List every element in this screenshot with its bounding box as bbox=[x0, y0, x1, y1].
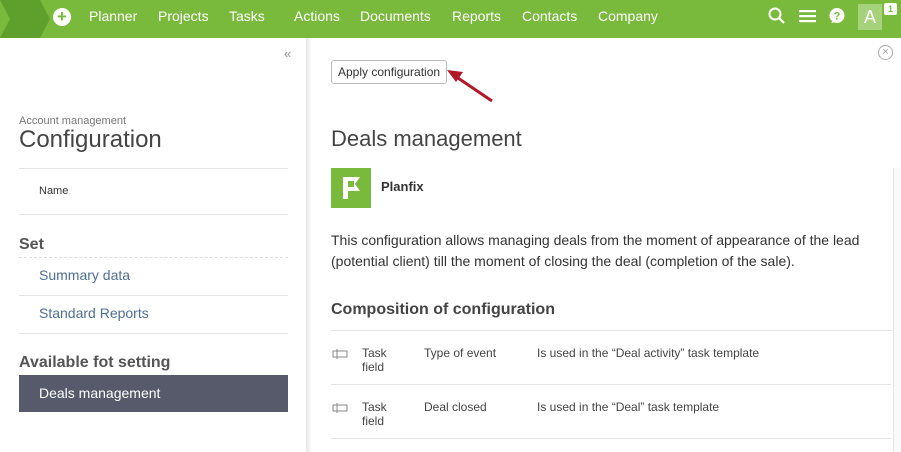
divider bbox=[19, 333, 288, 334]
nav-left-tab bbox=[0, 0, 50, 38]
divider bbox=[19, 257, 288, 258]
sidebar-divider bbox=[307, 38, 312, 452]
sidebar-item-standard-reports[interactable]: Standard Reports bbox=[39, 305, 149, 321]
menu-icon[interactable] bbox=[799, 7, 816, 30]
composition-heading: Composition of configuration bbox=[331, 301, 555, 318]
name-label: Name bbox=[39, 185, 69, 197]
row-name: Type of event bbox=[424, 346, 497, 360]
svg-text:?: ? bbox=[834, 11, 841, 23]
apply-configuration-button[interactable]: Apply configuration bbox=[331, 60, 448, 84]
collapse-sidebar-icon[interactable]: « bbox=[284, 46, 291, 61]
nav-actions[interactable]: Actions bbox=[294, 8, 340, 24]
divider bbox=[331, 438, 891, 439]
sidebar-title: Configuration bbox=[19, 126, 162, 153]
nav-company[interactable]: Company bbox=[598, 8, 658, 24]
close-icon[interactable]: × bbox=[878, 45, 893, 60]
row-type: Task field bbox=[362, 346, 387, 374]
divider bbox=[19, 168, 288, 169]
nav-planner[interactable]: Planner bbox=[89, 8, 137, 24]
row-type: Task field bbox=[362, 400, 387, 428]
nav-contacts[interactable]: Contacts bbox=[522, 8, 577, 24]
nav-projects[interactable]: Projects bbox=[158, 8, 209, 24]
annotation-arrow bbox=[447, 70, 493, 103]
task-field-icon bbox=[332, 400, 348, 418]
sidebar-item-summary-data[interactable]: Summary data bbox=[39, 267, 130, 283]
divider bbox=[19, 214, 288, 215]
sidebar-item-deals-management[interactable]: Deals management bbox=[19, 375, 288, 412]
row-name: Deal closed bbox=[424, 400, 487, 414]
divider bbox=[19, 295, 288, 296]
section-set-heading: Set bbox=[19, 236, 44, 253]
configuration-description: This configuration allows managing deals… bbox=[331, 232, 860, 269]
planfix-logo-icon bbox=[331, 168, 371, 208]
row-note: Is used in the “Deal activity” task temp… bbox=[537, 346, 760, 360]
page-title: Deals management bbox=[331, 126, 522, 151]
avatar[interactable]: A bbox=[858, 4, 882, 30]
row-note: Is used in the “Deal” task template bbox=[537, 400, 720, 414]
divider bbox=[331, 384, 891, 385]
notification-badge[interactable]: 1 bbox=[884, 3, 897, 15]
nav-tasks[interactable]: Tasks bbox=[229, 8, 265, 24]
divider bbox=[331, 330, 891, 331]
nav-documents[interactable]: Documents bbox=[360, 8, 431, 24]
panel-edge bbox=[893, 168, 901, 452]
brand-name: Planfix bbox=[381, 179, 424, 194]
help-icon[interactable]: ? bbox=[828, 7, 846, 30]
plus-icon[interactable]: + bbox=[53, 8, 71, 26]
nav-reports[interactable]: Reports bbox=[452, 8, 501, 24]
section-available-heading: Available fot setting bbox=[19, 354, 171, 371]
search-icon[interactable] bbox=[768, 7, 786, 30]
task-field-icon bbox=[332, 346, 348, 364]
